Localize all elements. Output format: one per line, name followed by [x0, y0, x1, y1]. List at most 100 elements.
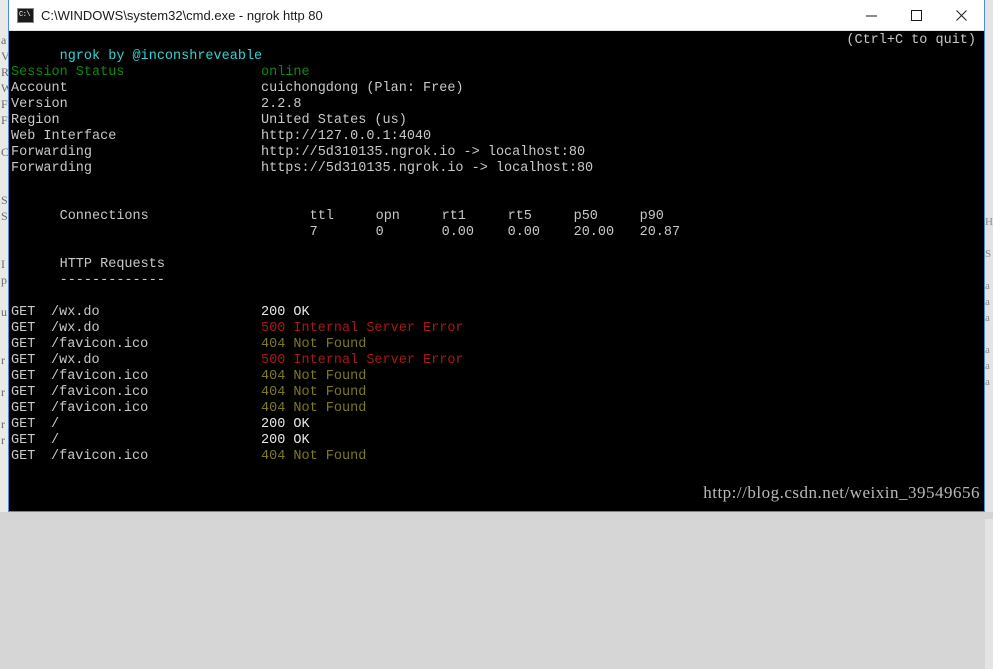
bottom-strip [0, 512, 993, 519]
http-request-row: GET/favicon.ico404 Not Found [9, 337, 984, 353]
http-request-log: GET/wx.do200 OKGET/wx.do500 Internal Ser… [9, 305, 984, 465]
session-row: Accountcuichongdong (Plan: Free) [9, 81, 984, 97]
terminal-output[interactable]: ngrok by @inconshreveable (Ctrl+C to qui… [9, 31, 984, 511]
window-title: C:\WINDOWS\system32\cmd.exe - ngrok http… [41, 8, 323, 23]
maximize-button[interactable] [894, 0, 939, 31]
http-request-status: 404 Not Found [261, 401, 366, 416]
background-text-fragment: S [985, 246, 993, 262]
http-request-row: GET/wx.do200 OK [9, 305, 984, 321]
connections-header-cell: opn [376, 209, 442, 225]
connections-value-cell: 20.87 [640, 225, 706, 241]
session-row-value: http://127.0.0.1:4040 [261, 129, 431, 144]
http-request-method: GET [11, 401, 51, 417]
window-controls [849, 0, 984, 31]
http-request-path: /favicon.ico [51, 337, 261, 353]
http-request-method: GET [11, 337, 51, 353]
session-row-label: Account [11, 81, 261, 97]
http-request-status: 404 Not Found [261, 449, 366, 464]
session-row: Forwardinghttps://5d310135.ngrok.io -> l… [9, 161, 984, 177]
session-row-label: Web Interface [11, 129, 261, 145]
minimize-button[interactable] [849, 0, 894, 31]
connections-headers: ttlopnrt1rt5p50p90 [310, 209, 706, 224]
connections-header-cell: rt1 [442, 209, 508, 225]
http-requests-divider-text: ------------- [60, 273, 165, 288]
cmd-console-window[interactable]: C:\WINDOWS\system32\cmd.exe - ngrok http… [8, 0, 985, 512]
cmd-console-icon [17, 8, 34, 23]
http-request-status: 500 Internal Server Error [261, 321, 464, 336]
background-text-fragment [985, 182, 993, 198]
background-text-fragment [985, 326, 993, 342]
session-row-value: https://5d310135.ngrok.io -> localhost:8… [261, 161, 593, 176]
background-text-fragment: a [985, 310, 993, 326]
background-text-fragment [985, 198, 993, 214]
http-request-status: 404 Not Found [261, 369, 366, 384]
http-request-row: GET/wx.do500 Internal Server Error [9, 321, 984, 337]
http-requests-heading-text: HTTP Requests [60, 257, 165, 272]
session-row-value: online [261, 65, 310, 80]
connections-value-cell: 0 [376, 225, 442, 241]
watermark-text: http://blog.csdn.net/weixin_39549656 [703, 485, 980, 501]
background-text-fragment [985, 230, 993, 246]
background-text-fragment: a [985, 278, 993, 294]
session-info-block: Session StatusonlineAccountcuichongdong … [9, 65, 984, 177]
background-text-fragment: a [985, 358, 993, 374]
connections-header-cell: ttl [310, 209, 376, 225]
http-request-status: 200 OK [261, 433, 310, 448]
http-request-method: GET [11, 369, 51, 385]
quit-hint: (Ctrl+C to quit) [846, 33, 976, 49]
background-text-fragment [985, 390, 993, 406]
connections-values: 700.000.0020.0020.87 [310, 225, 706, 240]
http-request-method: GET [11, 353, 51, 369]
session-row-label: Region [11, 113, 261, 129]
close-button[interactable] [939, 0, 984, 31]
background-text-fragment: a [985, 342, 993, 358]
connections-header-cell: rt5 [508, 209, 574, 225]
session-row-value: 2.2.8 [261, 97, 302, 112]
connections-label: Connections [60, 209, 310, 225]
http-request-status: 404 Not Found [261, 337, 366, 352]
session-row: Forwardinghttp://5d310135.ngrok.io -> lo… [9, 145, 984, 161]
http-request-row: GET/favicon.ico404 Not Found [9, 369, 984, 385]
background-text-fragment [985, 150, 993, 166]
ngrok-banner: ngrok by @inconshreveable [9, 33, 984, 49]
http-request-row: GET/200 OK [9, 417, 984, 433]
http-request-row: GET/favicon.ico404 Not Found [9, 449, 984, 465]
session-row-label: Version [11, 97, 261, 113]
background-text-fragment [985, 422, 993, 438]
http-request-path: /wx.do [51, 353, 261, 369]
http-request-status: 200 OK [261, 417, 310, 432]
spacer [9, 177, 984, 193]
http-request-row: GET/200 OK [9, 433, 984, 449]
session-row: Session Statusonline [9, 65, 984, 81]
connections-header-cell: p90 [640, 209, 706, 225]
http-request-method: GET [11, 321, 51, 337]
http-request-path: /favicon.ico [51, 401, 261, 417]
session-row: RegionUnited States (us) [9, 113, 984, 129]
http-requests-heading: HTTP Requests [9, 241, 984, 257]
http-request-path: /favicon.ico [51, 449, 261, 465]
title-bar[interactable]: C:\WINDOWS\system32\cmd.exe - ngrok http… [9, 0, 984, 31]
session-row-label: Session Status [11, 65, 261, 81]
http-request-method: GET [11, 305, 51, 321]
connections-value-cell: 7 [310, 225, 376, 241]
session-row-value: United States (us) [261, 113, 407, 128]
http-request-method: GET [11, 449, 51, 465]
http-request-path: /favicon.ico [51, 369, 261, 385]
connections-value-cell: 0.00 [508, 225, 574, 241]
http-request-row: GET/wx.do500 Internal Server Error [9, 353, 984, 369]
http-request-row: GET/favicon.ico404 Not Found [9, 385, 984, 401]
http-request-path: /favicon.ico [51, 385, 261, 401]
background-text-fragment: H [985, 214, 993, 230]
background-text-fragment [985, 406, 993, 422]
session-row: Web Interfacehttp://127.0.0.1:4040 [9, 129, 984, 145]
background-text-fragment [985, 262, 993, 278]
connections-header-cell: p50 [574, 209, 640, 225]
http-request-status: 404 Not Found [261, 385, 366, 400]
background-window-right[interactable]: H S aaa aaa [985, 0, 993, 669]
session-row-value: http://5d310135.ngrok.io -> localhost:80 [261, 145, 585, 160]
connections-value-cell: 0.00 [442, 225, 508, 241]
session-row-label: Forwarding [11, 145, 261, 161]
session-row: Version2.2.8 [9, 97, 984, 113]
background-text-fragment: a [985, 374, 993, 390]
connections-header-row: Connectionsttlopnrt1rt5p50p90 [9, 193, 984, 209]
